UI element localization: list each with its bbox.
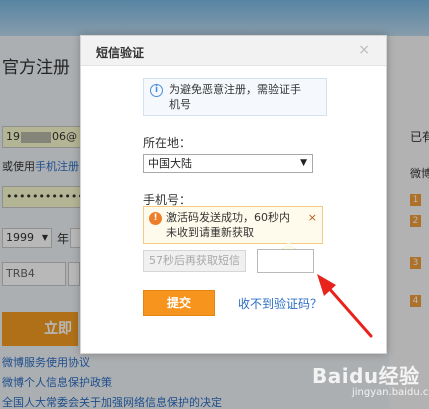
sms-verification-dialog: 短信验证 × i 为避免恶意注册，需验证手 机号 所在地： 中国大陆 ▼ 手机号… — [80, 35, 387, 354]
dialog-header: 短信验证 × — [81, 36, 386, 66]
info-icon: i — [150, 84, 163, 97]
region-value: 中国大陆 — [148, 157, 192, 170]
watermark: Baidu经验 jingyan.baidu.com — [312, 360, 429, 406]
sms-sent-tooltip: ! 激活码发送成功，60秒内 未收到请重新获取 × — [143, 206, 323, 257]
region-select[interactable]: 中国大陆 ▼ — [143, 154, 313, 173]
dropdown-arrow-icon: ▼ — [300, 158, 307, 168]
verification-notice: i 为避免恶意注册，需验证手 机号 — [143, 78, 327, 116]
notice-line-1: 为避免恶意注册，需验证手 — [169, 83, 301, 96]
tip-line-1: 激活码发送成功，60秒内 — [166, 211, 290, 224]
close-icon[interactable]: × — [308, 210, 317, 225]
tip-line-2: 未收到请重新获取 — [166, 226, 254, 239]
no-code-link[interactable]: 收不到验证码？ — [238, 295, 322, 312]
watermark-logo: Baidu经验 — [312, 364, 420, 388]
warn-icon: ! — [149, 212, 162, 225]
region-label: 所在地： — [143, 136, 192, 150]
watermark-url: jingyan.baidu.com — [352, 387, 429, 398]
submit-button[interactable]: 提交 — [143, 290, 215, 316]
resend-sms-button[interactable]: 57秒后再获取短信 — [143, 250, 246, 272]
dialog-title: 短信验证 — [96, 46, 145, 60]
notice-line-2: 机号 — [169, 98, 191, 111]
verification-code-input[interactable] — [257, 249, 314, 273]
close-icon[interactable]: × — [358, 42, 370, 58]
